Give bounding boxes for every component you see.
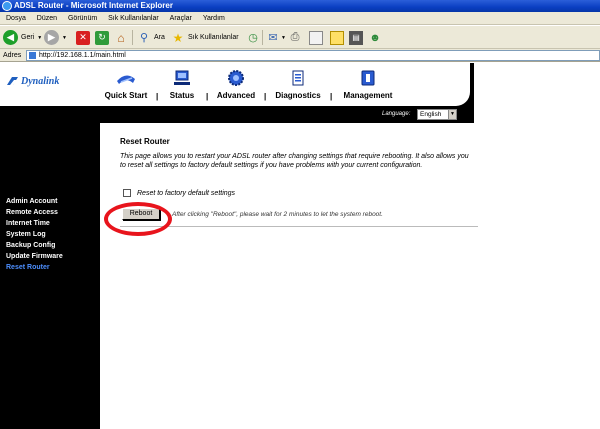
clipboard-icon [292, 70, 304, 86]
menu-araclar[interactable]: Araçlar [170, 12, 192, 25]
menu-bar: Dosya Düzen Görünüm Sık Kullanılanlar Ar… [0, 12, 600, 25]
language-label: Language: [382, 111, 411, 117]
nav-label: Management [343, 91, 393, 100]
nav-separator: | [156, 92, 159, 101]
back-label: Geri [21, 34, 35, 41]
header: Dynalink Quick Start | Status | Advanced… [0, 63, 470, 106]
menu-duzen[interactable]: Düzen [37, 12, 57, 25]
address-input[interactable]: http://192.168.1.1/main.html [26, 50, 600, 61]
back-button[interactable]: ◀ Geri ▼ [3, 29, 42, 46]
discuss-button[interactable] [330, 29, 344, 46]
edit-button[interactable] [309, 29, 323, 46]
address-bar: Adres http://192.168.1.1/main.html [0, 49, 600, 62]
refresh-button[interactable]: ↻ [95, 29, 109, 46]
note-icon [330, 30, 344, 45]
sidebar-item-internet-time[interactable]: Internet Time [6, 220, 50, 227]
sidebar-item-update-firmware[interactable]: Update Firmware [6, 253, 63, 260]
messenger-button[interactable]: ☻ [368, 29, 382, 46]
home-icon: ⌂ [117, 30, 125, 45]
chevron-down-icon: ▼ [448, 110, 456, 119]
nav-advanced[interactable]: Advanced [212, 65, 260, 105]
mail-button[interactable]: ✉ ▼ [266, 29, 286, 46]
content-corner [100, 123, 112, 135]
forward-arrow-icon: ▶ [44, 30, 59, 45]
language-select[interactable]: English ▼ [417, 109, 457, 120]
search-icon: ⚲ [139, 32, 149, 44]
sidebar-item-admin-account[interactable]: Admin Account [6, 198, 57, 205]
messenger-icon: ☻ [369, 31, 381, 44]
status-icon [174, 70, 190, 85]
menu-gorunum[interactable]: Görünüm [68, 12, 97, 25]
content-panel: Reset Router This page allows you to res… [112, 123, 582, 423]
nav-label: Advanced [216, 91, 256, 100]
mail-icon: ✉ [268, 32, 278, 44]
chevron-down-icon: ▼ [62, 34, 67, 41]
nav-status[interactable]: Status [166, 65, 198, 105]
address-label: Adres [3, 52, 22, 59]
star-icon: ★ [172, 30, 184, 45]
sidebar: Admin Account Remote Access Internet Tim… [0, 123, 100, 429]
refresh-icon: ↻ [95, 30, 109, 45]
stop-button[interactable]: ✕ [76, 29, 90, 46]
address-url: http://192.168.1.1/main.html [39, 52, 126, 59]
chevron-down-icon: ▼ [281, 34, 286, 41]
research-icon: ▤ [349, 30, 363, 45]
nav-separator: | [330, 92, 333, 101]
home-button[interactable]: ⌂ [114, 29, 128, 46]
toolbar-separator [262, 30, 263, 45]
favorites-button[interactable]: ★ Sık Kullanılanlar [171, 29, 239, 46]
history-icon: ◷ [248, 32, 258, 44]
factory-reset-checkbox[interactable] [123, 189, 131, 197]
chevron-down-icon: ▼ [37, 34, 43, 41]
menu-yardim[interactable]: Yardım [203, 12, 225, 25]
nav-management[interactable]: Management [340, 65, 396, 105]
management-icon [361, 70, 375, 86]
sidebar-item-reset-router[interactable]: Reset Router [6, 264, 50, 271]
nav-separator: | [264, 92, 267, 101]
logo-icon [7, 77, 18, 85]
gear-icon [228, 70, 244, 86]
divider [120, 226, 478, 227]
page-description: This page allows you to restart your ADS… [120, 153, 469, 169]
language-value: English [420, 111, 442, 118]
reboot-note: After clicking "Reboot", please wait for… [172, 211, 383, 218]
annotation-ring [104, 202, 172, 236]
toolbar-separator [132, 30, 133, 45]
print-button[interactable]: ⎙ [288, 29, 302, 46]
title-bar: ADSL Router - Microsoft Internet Explore… [0, 0, 600, 12]
toolbar: ◀ Geri ▼ ▶ ▼ ✕ ↻ ⌂ ⚲ Ara ★ Sık Kullanıla… [0, 26, 600, 49]
logo-text: Dynalink [21, 76, 60, 87]
back-arrow-icon: ◀ [3, 30, 18, 45]
dynalink-logo: Dynalink [6, 76, 59, 87]
research-button[interactable]: ▤ [349, 29, 363, 46]
favorites-label: Sık Kullanılanlar [188, 34, 239, 41]
sidebar-item-remote-access[interactable]: Remote Access [6, 209, 58, 216]
nav-quick-start[interactable]: Quick Start [100, 65, 152, 105]
sidebar-item-system-log[interactable]: System Log [6, 231, 46, 238]
window-title: ADSL Router - Microsoft Internet Explore… [14, 1, 173, 10]
page-title: Reset Router [120, 137, 170, 146]
document-icon [309, 30, 323, 45]
printer-icon: ⎙ [290, 31, 300, 43]
nav-diagnostics[interactable]: Diagnostics [271, 65, 325, 105]
sidebar-item-backup-config[interactable]: Backup Config [6, 242, 55, 249]
nav-label: Diagnostics [275, 91, 321, 100]
factory-reset-label: Reset to factory default settings [137, 189, 236, 197]
nav-label: Quick Start [104, 91, 148, 100]
stop-icon: ✕ [76, 30, 90, 45]
factory-reset-row[interactable]: Reset to factory default settings [123, 189, 235, 197]
menu-dosya[interactable]: Dosya [6, 12, 26, 25]
search-label: Ara [154, 34, 165, 41]
browser-window: ADSL Router - Microsoft Internet Explore… [0, 0, 600, 429]
nav-label: Status [169, 91, 195, 100]
page-icon [29, 52, 36, 59]
search-button[interactable]: ⚲ Ara [137, 29, 165, 46]
quick-start-icon [117, 75, 135, 84]
ie-icon [2, 1, 12, 11]
history-button[interactable]: ◷ [246, 29, 260, 46]
nav-separator: | [206, 92, 209, 101]
menu-favorites[interactable]: Sık Kullanılanlar [108, 12, 159, 25]
forward-button[interactable]: ▶ ▼ [44, 29, 67, 46]
